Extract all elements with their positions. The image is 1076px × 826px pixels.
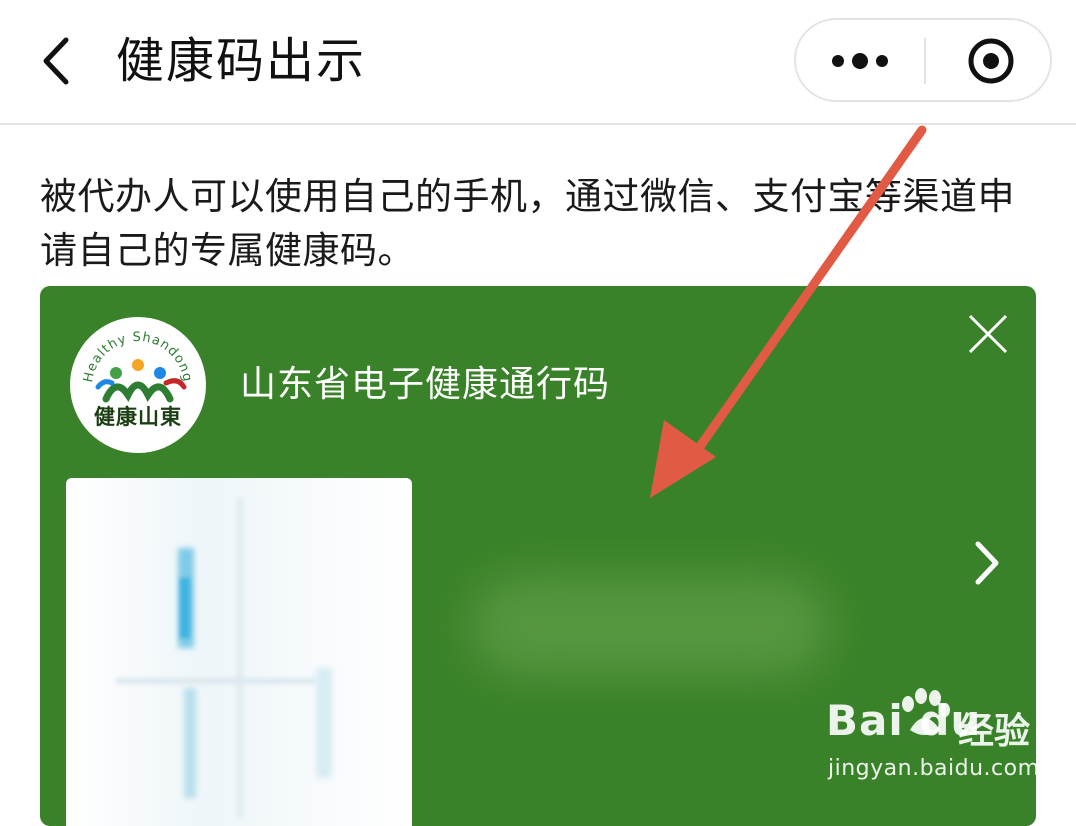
logo-text: 健康山東 bbox=[94, 405, 182, 429]
mini-program-capsule bbox=[794, 18, 1052, 102]
logo-graphic: Healthy Shandong bbox=[81, 330, 195, 403]
qr-blur-stripe bbox=[236, 498, 244, 818]
back-button[interactable] bbox=[36, 34, 80, 88]
target-circle-icon bbox=[968, 38, 1014, 84]
qr-blur-stripe bbox=[116, 678, 316, 684]
chevron-left-icon bbox=[43, 37, 69, 85]
card-next-button[interactable] bbox=[970, 538, 1004, 588]
blurred-personal-info bbox=[470, 576, 830, 676]
capsule-divider bbox=[924, 38, 926, 84]
baidu-jingyan-watermark: Bai du 经验 jingyan.baidu.com bbox=[826, 688, 1066, 800]
page-title: 健康码出示 bbox=[116, 33, 367, 89]
qr-blur-stripe bbox=[180, 578, 190, 638]
logo-arc-text: Healthy Shandong bbox=[81, 330, 194, 384]
watermark-cn: 经验 bbox=[958, 711, 1031, 752]
chevron-right-icon bbox=[975, 541, 999, 585]
intro-text: 被代办人可以使用自己的手机，通过微信、支付宝等渠道申请自己的专属健康码。 bbox=[40, 175, 1015, 272]
qr-blur-stripe bbox=[316, 668, 332, 778]
card-close-button[interactable] bbox=[964, 310, 1012, 358]
more-dots-icon bbox=[832, 53, 888, 69]
more-button[interactable] bbox=[818, 34, 922, 88]
svg-text:Healthy Shandong: Healthy Shandong bbox=[81, 330, 195, 384]
nav-bar: 健康码出示 bbox=[0, 0, 1076, 125]
watermark-url: jingyan.baidu.com bbox=[828, 756, 1040, 781]
close-x-icon bbox=[968, 314, 1008, 354]
healthy-shandong-logo: Healthy Shandong 健康山東 bbox=[70, 317, 206, 453]
card-title: 山东省电子健康通行码 bbox=[240, 364, 611, 405]
health-qr-code[interactable] bbox=[66, 478, 412, 826]
qr-blur-stripe bbox=[184, 688, 196, 798]
baidu-paw-icon bbox=[902, 688, 950, 735]
close-mini-program-button[interactable] bbox=[956, 34, 1026, 88]
